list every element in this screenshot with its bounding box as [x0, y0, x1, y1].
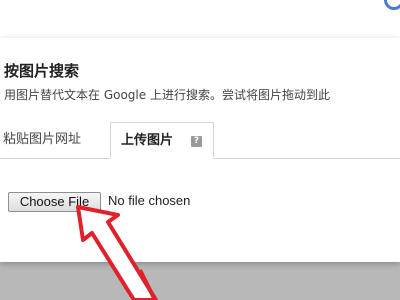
dialog-title: 按图片搜索	[4, 62, 80, 80]
tab-paste-image-url[interactable]: 粘贴图片网址	[3, 122, 108, 158]
choose-file-button[interactable]: Choose File	[8, 192, 101, 212]
tab-bar: 粘贴图片网址 上传图片 ?	[0, 122, 400, 159]
file-status-text: No file chosen	[108, 193, 191, 208]
loading-ring-icon	[384, 0, 400, 10]
dialog-subtitle: 用图片替代文本在 Google 上进行搜索。尝试将图片拖动到此	[4, 88, 330, 102]
tab-label: 上传图片	[121, 133, 174, 148]
browser-top-area	[0, 0, 400, 38]
tab-upload-image[interactable]: 上传图片 ?	[110, 122, 214, 159]
tab-label: 粘贴图片网址	[3, 132, 82, 147]
help-icon[interactable]: ?	[191, 136, 202, 147]
search-by-image-dialog: 按图片搜索 用图片替代文本在 Google 上进行搜索。尝试将图片拖动到此 粘贴…	[0, 38, 400, 262]
